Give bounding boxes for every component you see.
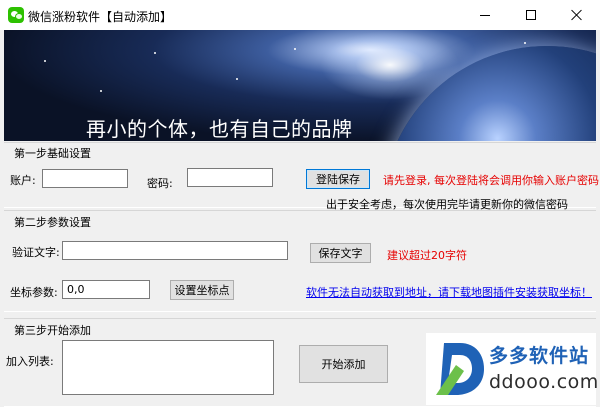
step3-title: 第三步开始添加 (14, 324, 91, 337)
password-label: 密码: (147, 177, 173, 190)
minimize-icon (480, 14, 490, 16)
step1-title: 第一步基础设置 (14, 147, 91, 160)
maximize-button[interactable] (508, 0, 554, 30)
verify-text-hint: 建议超过20字符 (387, 249, 467, 262)
title-bar: 微信涨粉软件【自动添加】 (0, 0, 600, 30)
set-coord-button[interactable]: 设置坐标点 (170, 280, 234, 300)
map-plugin-link[interactable]: 软件无法自动获取到地址，请下载地图插件安装获取坐标！ (306, 284, 592, 300)
ddooo-logo-icon (436, 343, 484, 395)
coord-input[interactable]: 0,0 (62, 280, 150, 299)
login-save-button[interactable]: 登陆保存 (306, 169, 370, 189)
window-title: 微信涨粉软件【自动添加】 (28, 10, 173, 24)
password-input[interactable] (187, 168, 273, 187)
star (154, 52, 156, 54)
watermark-logo: 多多软件站 ddooo.com (426, 333, 599, 405)
save-text-button[interactable]: 保存文字 (310, 243, 371, 263)
banner-image: 再小的个体，也有自己的品牌 (4, 30, 596, 141)
star (294, 48, 296, 50)
star (100, 90, 102, 92)
start-add-button[interactable]: 开始添加 (299, 345, 388, 383)
verify-text-input[interactable] (62, 241, 288, 260)
wechat-icon (8, 7, 24, 23)
minimize-button[interactable] (462, 0, 508, 30)
watermark-name: 多多软件站 (489, 345, 590, 367)
add-list-label: 加入列表: (6, 355, 54, 368)
add-list-textarea[interactable] (62, 340, 274, 395)
step2-title: 第二步参数设置 (14, 216, 91, 229)
account-label: 账户: (10, 174, 36, 187)
watermark-url: ddooo.com (489, 371, 599, 393)
close-icon (571, 9, 583, 21)
maximize-icon (526, 10, 536, 20)
coord-label: 坐标参数: (10, 286, 58, 299)
verify-text-label: 验证文字: (12, 246, 60, 259)
login-hint: 请先登录, 每次登陆将会调用你输入账户密码 (383, 174, 599, 187)
star (524, 42, 526, 44)
star (44, 60, 46, 62)
banner-slogan: 再小的个体，也有自己的品牌 (86, 117, 353, 141)
account-input[interactable] (42, 169, 128, 188)
star (236, 78, 238, 80)
close-button[interactable] (554, 0, 600, 30)
